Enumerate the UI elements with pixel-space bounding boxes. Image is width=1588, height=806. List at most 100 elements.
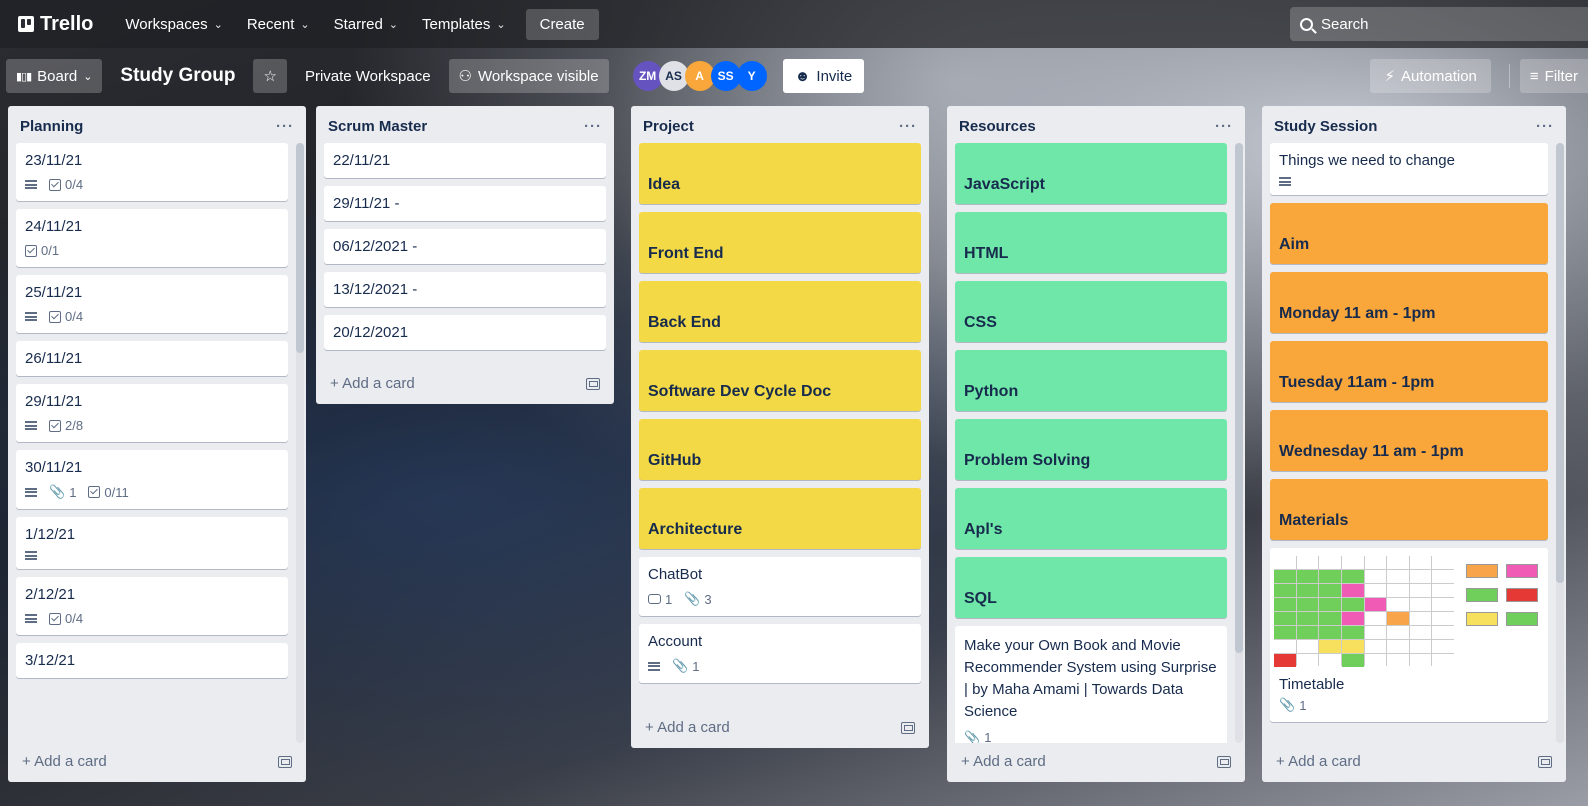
card[interactable]: Problem Solving — [955, 419, 1227, 480]
description-icon — [1279, 177, 1291, 186]
add-card-button[interactable]: + Add a card — [316, 365, 614, 404]
more-icon[interactable]: ··· — [1215, 118, 1233, 135]
invite-button[interactable]: ☻ Invite — [782, 59, 865, 93]
card[interactable]: 1/12/21 — [16, 517, 288, 569]
card[interactable]: Monday 11 am - 1pm — [1270, 272, 1548, 333]
card[interactable]: ChatBot 1 📎 3 — [639, 557, 921, 616]
card[interactable]: Back End — [639, 281, 921, 342]
card[interactable]: Materials — [1270, 479, 1548, 540]
nav-templates[interactable]: Templates ⌄ — [412, 10, 516, 39]
list-study-session: Study Session ··· Things we need to chan… — [1262, 106, 1566, 782]
list-title[interactable]: Study Session — [1274, 118, 1377, 135]
add-card-text: Add a card — [34, 753, 107, 770]
search-input[interactable]: Search — [1290, 7, 1588, 41]
add-card-button[interactable]: + Add a card — [8, 743, 306, 782]
create-button[interactable]: Create — [525, 8, 599, 40]
card-title: 30/11/21 — [25, 459, 83, 476]
card[interactable]: Front End — [639, 212, 921, 273]
card[interactable]: 20/12/2021 — [324, 315, 606, 350]
attachment-icon: 📎 — [49, 484, 66, 499]
board-header-right: ⚡ Automation ≡ Filter — [1370, 59, 1588, 93]
card[interactable]: 13/12/2021 - — [324, 272, 606, 307]
card[interactable]: SQL — [955, 557, 1227, 618]
attachment-badge: 📎 1 — [672, 658, 699, 674]
card[interactable]: Things we need to change — [1270, 143, 1548, 195]
card[interactable]: 24/11/21 0/1 — [16, 209, 288, 267]
avatar[interactable]: Y — [736, 61, 767, 91]
more-icon[interactable]: ··· — [276, 118, 294, 135]
chevron-down-icon: ⌄ — [388, 18, 399, 31]
card[interactable]: 25/11/21 0/4 — [16, 275, 288, 333]
visibility-button[interactable]: ⚇ Workspace visible — [448, 59, 609, 93]
description-icon — [25, 180, 37, 189]
list-title[interactable]: Planning — [20, 118, 83, 135]
card[interactable]: Wednesday 11 am - 1pm — [1270, 410, 1548, 471]
card[interactable]: 06/12/2021 - — [324, 229, 606, 264]
attachment-count: 1 — [692, 658, 700, 674]
automation-button[interactable]: ⚡ Automation — [1370, 59, 1491, 93]
checklist-badge: 0/11 — [88, 484, 129, 500]
template-icon[interactable] — [1217, 755, 1231, 768]
template-icon[interactable] — [901, 721, 915, 734]
card[interactable]: Architecture — [639, 488, 921, 549]
card[interactable]: Idea — [639, 143, 921, 204]
add-card-button[interactable]: + Add a card — [947, 743, 1245, 782]
card[interactable]: Make your Own Book and Movie Recommender… — [955, 626, 1227, 743]
card-badges: 0/1 — [25, 243, 279, 258]
template-icon[interactable] — [1538, 755, 1552, 768]
lightning-icon: ⚡ — [1384, 68, 1395, 85]
card[interactable]: Software Dev Cycle Doc — [639, 350, 921, 411]
checklist-count: 0/11 — [104, 484, 129, 500]
card[interactable]: 26/11/21 — [16, 341, 288, 376]
card[interactable]: JavaScript — [955, 143, 1227, 204]
card[interactable]: 2/12/21 0/4 — [16, 577, 288, 635]
more-icon[interactable]: ··· — [899, 118, 917, 135]
scrollbar[interactable] — [296, 143, 304, 353]
board-title[interactable]: Study Group — [110, 65, 245, 87]
trello-logo[interactable]: Trello — [12, 9, 99, 40]
more-icon[interactable]: ··· — [1536, 118, 1554, 135]
card-title: 26/11/21 — [25, 350, 83, 367]
add-card-text: Add a card — [342, 375, 415, 392]
people-icon: ⚇ — [458, 68, 472, 85]
add-card-label: + Add a card — [22, 753, 107, 770]
checklist-icon — [88, 486, 101, 498]
card[interactable]: Aim — [1270, 203, 1548, 264]
list-title[interactable]: Scrum Master — [328, 118, 427, 135]
template-icon[interactable] — [586, 377, 600, 390]
card[interactable]: Account 📎 1 — [639, 624, 921, 683]
scrollbar[interactable] — [1556, 143, 1564, 583]
add-card-button[interactable]: + Add a card — [1262, 743, 1566, 782]
scrollbar[interactable] — [1235, 143, 1243, 653]
add-card-button[interactable]: + Add a card — [631, 709, 929, 748]
card[interactable]: GitHub — [639, 419, 921, 480]
attachment-icon: 📎 — [684, 591, 701, 606]
nav-recent[interactable]: Recent ⌄ — [237, 10, 320, 39]
card[interactable]: 3/12/21 — [16, 643, 288, 678]
card[interactable]: 23/11/21 0/4 — [16, 143, 288, 201]
card[interactable]: 29/11/21 2/8 — [16, 384, 288, 442]
more-icon[interactable]: ··· — [584, 118, 602, 135]
card[interactable]: 30/11/21 📎 1 0/11 — [16, 450, 288, 509]
filter-button[interactable]: ≡ Filter — [1519, 59, 1588, 93]
card[interactable]: HTML — [955, 212, 1227, 273]
timetable-grid — [1274, 556, 1454, 667]
attachment-badge: 📎 1 — [964, 727, 991, 743]
card[interactable]: Tuesday 11am - 1pm — [1270, 341, 1548, 402]
search-icon — [1300, 17, 1313, 31]
workspace-button[interactable]: Private Workspace — [295, 59, 441, 93]
nav-workspaces[interactable]: Workspaces ⌄ — [115, 10, 232, 39]
card[interactable]: Apl's — [955, 488, 1227, 549]
template-icon[interactable] — [278, 755, 292, 768]
list-title[interactable]: Resources — [959, 118, 1036, 135]
star-button[interactable]: ☆ — [253, 59, 287, 93]
list-title[interactable]: Project — [643, 118, 694, 135]
card[interactable]: CSS — [955, 281, 1227, 342]
nav-starred[interactable]: Starred ⌄ — [324, 10, 408, 39]
card[interactable]: Timetable 📎 1 — [1270, 548, 1548, 722]
board-view-switcher[interactable]: ▮▯▮ Board ⌄ — [6, 59, 103, 93]
card[interactable]: 22/11/21 — [324, 143, 606, 178]
card[interactable]: 29/11/21 - — [324, 186, 606, 221]
card[interactable]: Python — [955, 350, 1227, 411]
trello-logo-icon — [18, 16, 34, 32]
